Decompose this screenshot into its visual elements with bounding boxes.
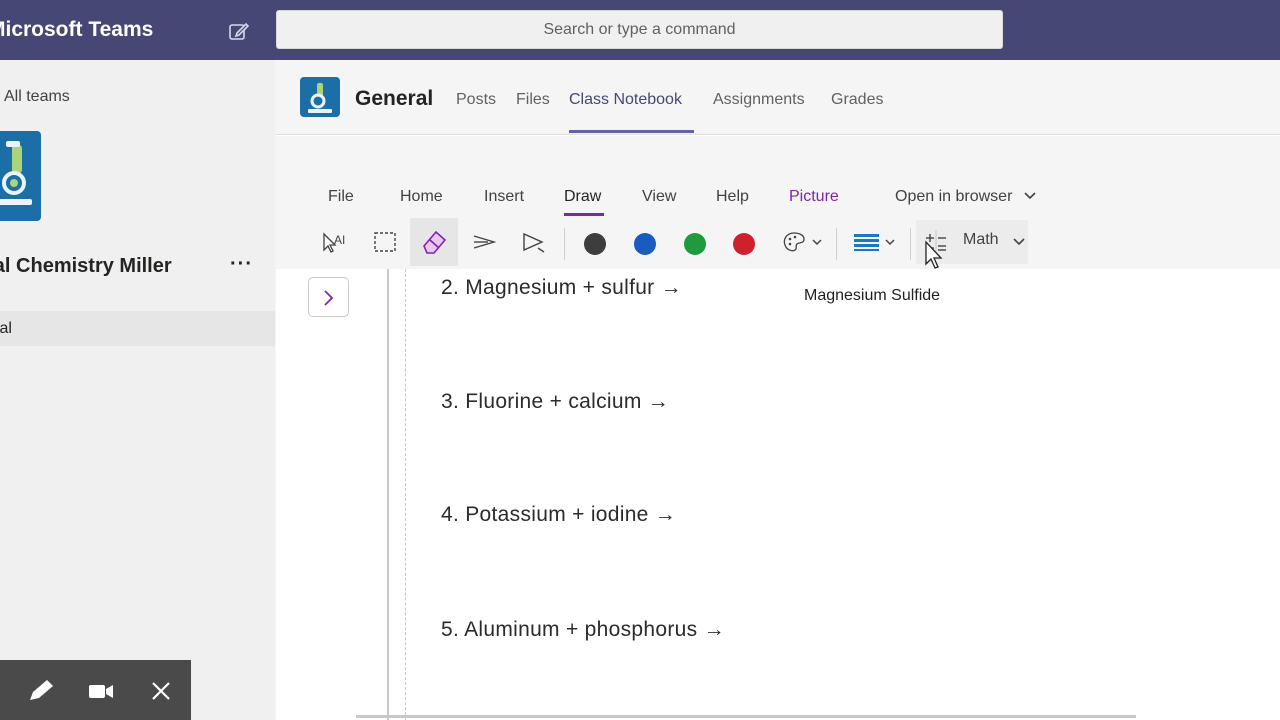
- mouse-cursor-icon: [924, 240, 946, 272]
- type-select-icon[interactable]: AI: [316, 224, 352, 260]
- ribbon-tab-home[interactable]: Home: [400, 188, 443, 206]
- tab-assignments[interactable]: Assignments: [713, 91, 805, 109]
- microscope-icon: [0, 141, 32, 205]
- open-in-browser-button[interactable]: Open in browser: [895, 188, 1037, 206]
- team-avatar: [0, 131, 41, 221]
- chevron-down-icon: [1013, 238, 1025, 246]
- page-margin-line: [387, 269, 389, 720]
- notebook-page[interactable]: 2. Magnesium + sulfur → Magnesium Sulfid…: [300, 269, 1280, 720]
- tab-class-notebook[interactable]: Class Notebook: [569, 91, 682, 109]
- chevron-right-icon: [324, 290, 334, 306]
- close-icon[interactable]: [148, 678, 174, 704]
- svg-text:AI: AI: [334, 233, 345, 247]
- pen-blue[interactable]: [634, 233, 656, 255]
- ribbon-tab-view[interactable]: View: [642, 188, 676, 206]
- problem-2: 2. Magnesium + sulfur →: [441, 276, 682, 299]
- pen-icon[interactable]: [27, 678, 53, 704]
- horizontal-scrollbar[interactable]: [356, 715, 1136, 718]
- new-chat-icon[interactable]: [228, 20, 250, 42]
- more-options-icon[interactable]: ···: [230, 253, 253, 276]
- open-in-browser-label: Open in browser: [895, 188, 1013, 205]
- ribbon-divider: [564, 228, 565, 260]
- problem-3: 3. Fluorine + calcium →: [441, 390, 670, 413]
- ink-to-shape-icon[interactable]: [466, 224, 502, 260]
- title-bar: Microsoft Teams Search or type a command: [0, 0, 1280, 60]
- ink-replay-icon[interactable]: [516, 224, 552, 260]
- channel-item-general[interactable]: General: [0, 311, 275, 346]
- onenote-ribbon: File Home Insert Draw View Help Picture …: [276, 136, 1280, 269]
- call-controls-bar: [0, 660, 191, 720]
- page-guide-line: [405, 269, 406, 720]
- ribbon-tab-help[interactable]: Help: [716, 188, 749, 206]
- video-camera-icon[interactable]: [88, 678, 114, 704]
- ribbon-tab-picture[interactable]: Picture: [789, 188, 839, 206]
- chevron-down-icon: [1024, 192, 1036, 200]
- answer-text[interactable]: Magnesium Sulfide: [804, 287, 940, 305]
- app-title: Microsoft Teams: [0, 18, 154, 41]
- line-weight-icon: [854, 234, 895, 251]
- ribbon-tab-file[interactable]: File: [328, 188, 354, 206]
- search-placeholder: Search or type a command: [543, 21, 736, 38]
- ribbon-divider: [836, 228, 837, 260]
- pen-black[interactable]: [584, 233, 606, 255]
- active-tab-indicator: [569, 130, 694, 133]
- pen-red[interactable]: [733, 233, 755, 255]
- palette-icon: [783, 232, 822, 252]
- main-content: General Posts Files Class Notebook Assig…: [276, 60, 1280, 720]
- teams-sidebar: All teams General Chemistry Miller ··· G…: [0, 60, 275, 720]
- eraser-icon[interactable]: [410, 218, 458, 266]
- channel-title: General: [355, 87, 434, 110]
- tab-files[interactable]: Files: [516, 91, 550, 109]
- tab-posts[interactable]: Posts: [456, 91, 496, 109]
- search-input[interactable]: Search or type a command: [276, 10, 1003, 49]
- ribbon-tab-draw[interactable]: Draw: [564, 188, 601, 206]
- team-name-text: General Chemistry Miller: [0, 255, 172, 277]
- lasso-select-icon[interactable]: [367, 224, 403, 260]
- more-colors-button[interactable]: [780, 224, 830, 260]
- channel-header: General Posts Files Class Notebook Assig…: [276, 60, 1280, 135]
- pen-green[interactable]: [684, 233, 706, 255]
- channel-team-icon: [300, 77, 340, 117]
- problem-4: 4. Potassium + iodine →: [441, 503, 677, 526]
- team-name[interactable]: General Chemistry Miller: [0, 255, 172, 278]
- all-teams-link[interactable]: All teams: [4, 88, 70, 106]
- ribbon-divider: [910, 228, 911, 260]
- line-thickness-button[interactable]: [850, 224, 902, 260]
- ribbon-tab-insert[interactable]: Insert: [484, 188, 524, 206]
- expand-navigation-button[interactable]: [308, 277, 349, 317]
- problem-5: 5. Aluminum + phosphorus →: [441, 618, 725, 641]
- channel-label: General: [0, 320, 12, 337]
- math-label: Math: [963, 231, 999, 248]
- tab-grades[interactable]: Grades: [831, 91, 883, 109]
- ribbon-active-indicator: [564, 213, 604, 216]
